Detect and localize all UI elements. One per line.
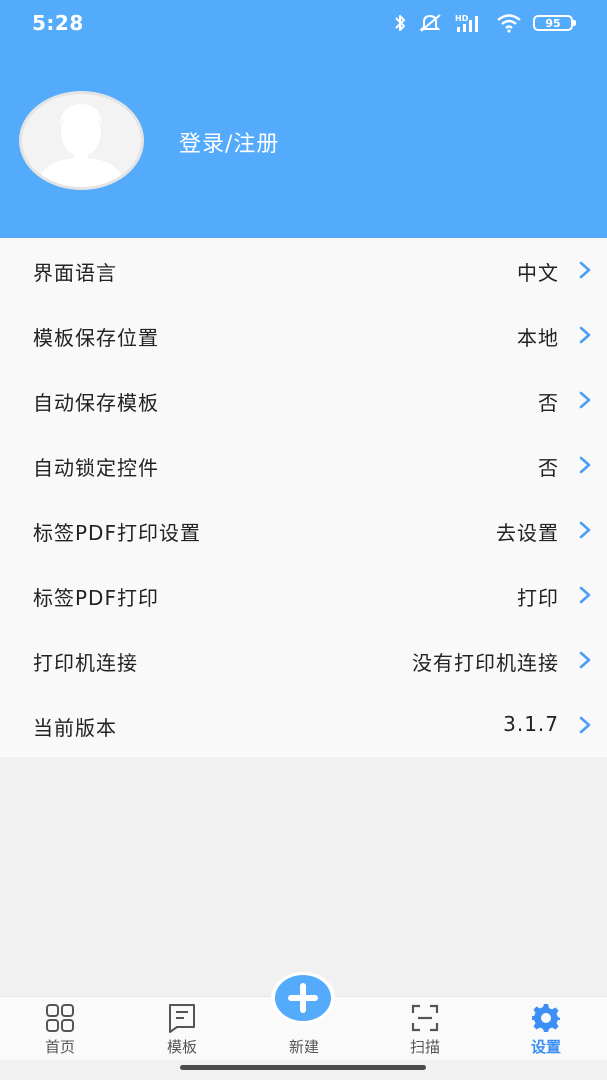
setting-printer-connection[interactable]: 打印机连接 没有打印机连接 <box>0 628 607 693</box>
setting-label: 自动保存模板 <box>33 391 159 415</box>
setting-value: 去设置 <box>496 521 559 545</box>
tab-label: 模板 <box>166 1038 197 1056</box>
tab-templates[interactable]: 模板 <box>132 997 232 1061</box>
setting-value: 打印 <box>517 586 559 610</box>
setting-label: 打印机连接 <box>33 651 138 675</box>
setting-value: 没有打印机连接 <box>412 651 559 675</box>
setting-label: 模板保存位置 <box>33 326 159 350</box>
setting-label: 当前版本 <box>33 716 117 740</box>
chevron-right-icon <box>579 586 591 604</box>
setting-auto-lock-controls[interactable]: 自动锁定控件 否 <box>0 433 607 498</box>
tab-settings[interactable]: 设置 <box>496 997 596 1061</box>
scan-icon <box>411 1004 439 1032</box>
avatar[interactable] <box>19 91 144 190</box>
template-icon <box>169 1004 195 1033</box>
plus-icon <box>288 983 318 1013</box>
setting-label: 标签PDF打印设置 <box>33 521 201 545</box>
login-register-link[interactable]: 登录/注册 <box>179 126 279 158</box>
setting-template-save-location[interactable]: 模板保存位置 本地 <box>0 303 607 368</box>
new-button-circle <box>275 975 331 1021</box>
setting-label: 界面语言 <box>33 261 117 285</box>
user-silhouette-icon <box>36 104 126 187</box>
setting-label: 标签PDF打印 <box>33 586 159 610</box>
chevron-right-icon <box>579 651 591 669</box>
chevron-right-icon <box>579 391 591 409</box>
setting-value: 否 <box>538 391 559 415</box>
svg-text:HD: HD <box>455 14 469 23</box>
setting-value: 本地 <box>517 326 559 350</box>
battery-level: 95 <box>545 17 561 30</box>
tab-label: 新建 <box>288 1038 319 1056</box>
setting-pdf-print-settings[interactable]: 标签PDF打印设置 去设置 <box>0 498 607 563</box>
setting-value: 中文 <box>517 261 559 285</box>
profile-header: 5:28 HD 95 登录/注册 <box>0 0 607 238</box>
tab-label: 设置 <box>530 1038 561 1056</box>
home-indicator[interactable] <box>180 1065 426 1070</box>
status-icons: HD 95 <box>393 12 576 34</box>
status-bar: 5:28 HD 95 <box>0 0 607 46</box>
wifi-icon <box>497 14 521 33</box>
new-button[interactable] <box>271 972 335 1024</box>
grid-icon <box>46 1004 74 1032</box>
setting-value: 3.1.7 <box>503 712 559 736</box>
battery-icon: 95 <box>533 15 576 31</box>
settings-screen: 5:28 HD 95 登录/注册 界面语言 中文 模板保存位置 本地 自动保存模… <box>0 0 607 1080</box>
chevron-right-icon <box>579 456 591 474</box>
setting-pdf-print[interactable]: 标签PDF打印 打印 <box>0 563 607 628</box>
tab-label: 扫描 <box>409 1038 440 1056</box>
signal-icon: HD <box>455 14 478 32</box>
setting-label: 自动锁定控件 <box>33 456 159 480</box>
status-time: 5:28 <box>32 11 84 35</box>
chevron-right-icon <box>579 521 591 539</box>
setting-interface-language[interactable]: 界面语言 中文 <box>0 238 607 303</box>
bluetooth-icon <box>395 15 405 31</box>
gear-icon <box>532 1004 560 1032</box>
chevron-right-icon <box>579 326 591 344</box>
chevron-right-icon <box>579 261 591 279</box>
setting-current-version[interactable]: 当前版本 3.1.7 <box>0 693 607 758</box>
mute-icon <box>419 14 441 32</box>
tab-home[interactable]: 首页 <box>10 997 110 1061</box>
settings-list: 界面语言 中文 模板保存位置 本地 自动保存模板 否 自动锁定控件 否 标签PD… <box>0 238 607 757</box>
chevron-right-icon <box>579 716 591 734</box>
setting-value: 否 <box>538 456 559 480</box>
tab-label: 首页 <box>44 1038 75 1056</box>
tab-scan[interactable]: 扫描 <box>375 997 475 1061</box>
setting-auto-save-template[interactable]: 自动保存模板 否 <box>0 368 607 433</box>
